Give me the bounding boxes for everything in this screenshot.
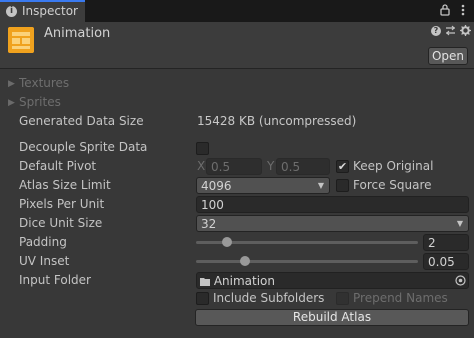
pivot-x-label: X bbox=[197, 159, 206, 173]
pivot-y-field[interactable]: 0.5 bbox=[276, 158, 330, 175]
keep-original-label: Keep Original bbox=[353, 159, 434, 173]
force-square-label: Force Square bbox=[353, 178, 432, 192]
dice-unit-size-label: Dice Unit Size bbox=[19, 216, 103, 230]
sprites-foldout-arrow-icon[interactable]: ▶ bbox=[8, 98, 15, 108]
include-subfolders-label: Include Subfolders bbox=[213, 291, 325, 305]
default-pivot-label: Default Pivot bbox=[19, 159, 97, 173]
help-icon[interactable]: ? bbox=[431, 26, 441, 36]
pixels-per-unit-field[interactable]: 100 bbox=[196, 196, 469, 213]
padding-label: Padding bbox=[19, 235, 67, 249]
input-folder-value: Animation bbox=[213, 274, 276, 288]
tab-label: Inspector bbox=[22, 4, 78, 18]
inspector-header: Animation ? Open bbox=[0, 22, 474, 68]
padding-field[interactable]: 2 bbox=[423, 234, 469, 251]
check-icon: ✔ bbox=[337, 160, 348, 173]
dropdown-arrow-icon: ▼ bbox=[456, 219, 463, 228]
atlas-size-limit-label: Atlas Size Limit bbox=[19, 178, 111, 192]
gear-icon[interactable] bbox=[460, 25, 471, 36]
more-menu-icon[interactable] bbox=[458, 4, 468, 16]
prepend-names-checkbox[interactable] bbox=[336, 292, 349, 305]
uv-inset-slider-track[interactable] bbox=[196, 260, 418, 263]
generated-data-size-label: Generated Data Size bbox=[19, 114, 144, 128]
folder-icon bbox=[200, 278, 210, 286]
decouple-sprite-data-checkbox[interactable] bbox=[196, 142, 209, 155]
uv-inset-label: UV Inset bbox=[19, 254, 70, 268]
dice-unit-size-dropdown[interactable]: 32 ▼ bbox=[196, 215, 469, 232]
force-square-checkbox[interactable] bbox=[336, 179, 349, 192]
lock-icon[interactable] bbox=[440, 4, 450, 16]
uv-inset-field[interactable]: 0.05 bbox=[423, 253, 469, 270]
pixels-per-unit-label: Pixels Per Unit bbox=[19, 197, 105, 211]
decouple-sprite-data-label: Decouple Sprite Data bbox=[19, 140, 148, 154]
dropdown-arrow-icon: ▼ bbox=[317, 181, 324, 190]
textures-foldout[interactable]: Textures bbox=[19, 76, 69, 90]
sprite-atlas-icon bbox=[8, 27, 34, 53]
rebuild-atlas-button[interactable]: Rebuild Atlas bbox=[195, 309, 469, 326]
atlas-size-limit-dropdown[interactable]: 4096 ▼ bbox=[196, 177, 330, 194]
header-divider bbox=[0, 68, 474, 69]
include-subfolders-checkbox[interactable] bbox=[196, 292, 209, 305]
prepend-names-label: Prepend Names bbox=[353, 291, 448, 305]
textures-foldout-arrow-icon[interactable]: ▶ bbox=[8, 79, 15, 89]
atlas-size-limit-value: 4096 bbox=[201, 179, 232, 193]
uv-inset-slider-thumb[interactable] bbox=[239, 256, 250, 266]
dice-unit-size-value: 32 bbox=[201, 217, 217, 231]
input-folder-label: Input Folder bbox=[19, 273, 91, 287]
presets-icon[interactable] bbox=[445, 25, 456, 36]
keep-original-checkbox[interactable]: ✔ bbox=[336, 160, 349, 173]
pivot-x-field[interactable]: 0.5 bbox=[206, 158, 262, 175]
object-picker-icon[interactable] bbox=[455, 275, 466, 286]
generated-data-size-value: 15428 KB (uncompressed) bbox=[197, 114, 357, 128]
asset-title: Animation bbox=[44, 26, 111, 41]
pivot-y-label: Y bbox=[267, 159, 275, 173]
tab-inspector[interactable]: i Inspector bbox=[0, 0, 85, 22]
sprites-foldout[interactable]: Sprites bbox=[19, 95, 61, 109]
padding-slider-thumb[interactable] bbox=[222, 237, 233, 247]
input-folder-field[interactable]: Animation bbox=[196, 272, 469, 289]
open-button[interactable]: Open bbox=[428, 47, 468, 65]
info-icon: i bbox=[6, 6, 17, 17]
